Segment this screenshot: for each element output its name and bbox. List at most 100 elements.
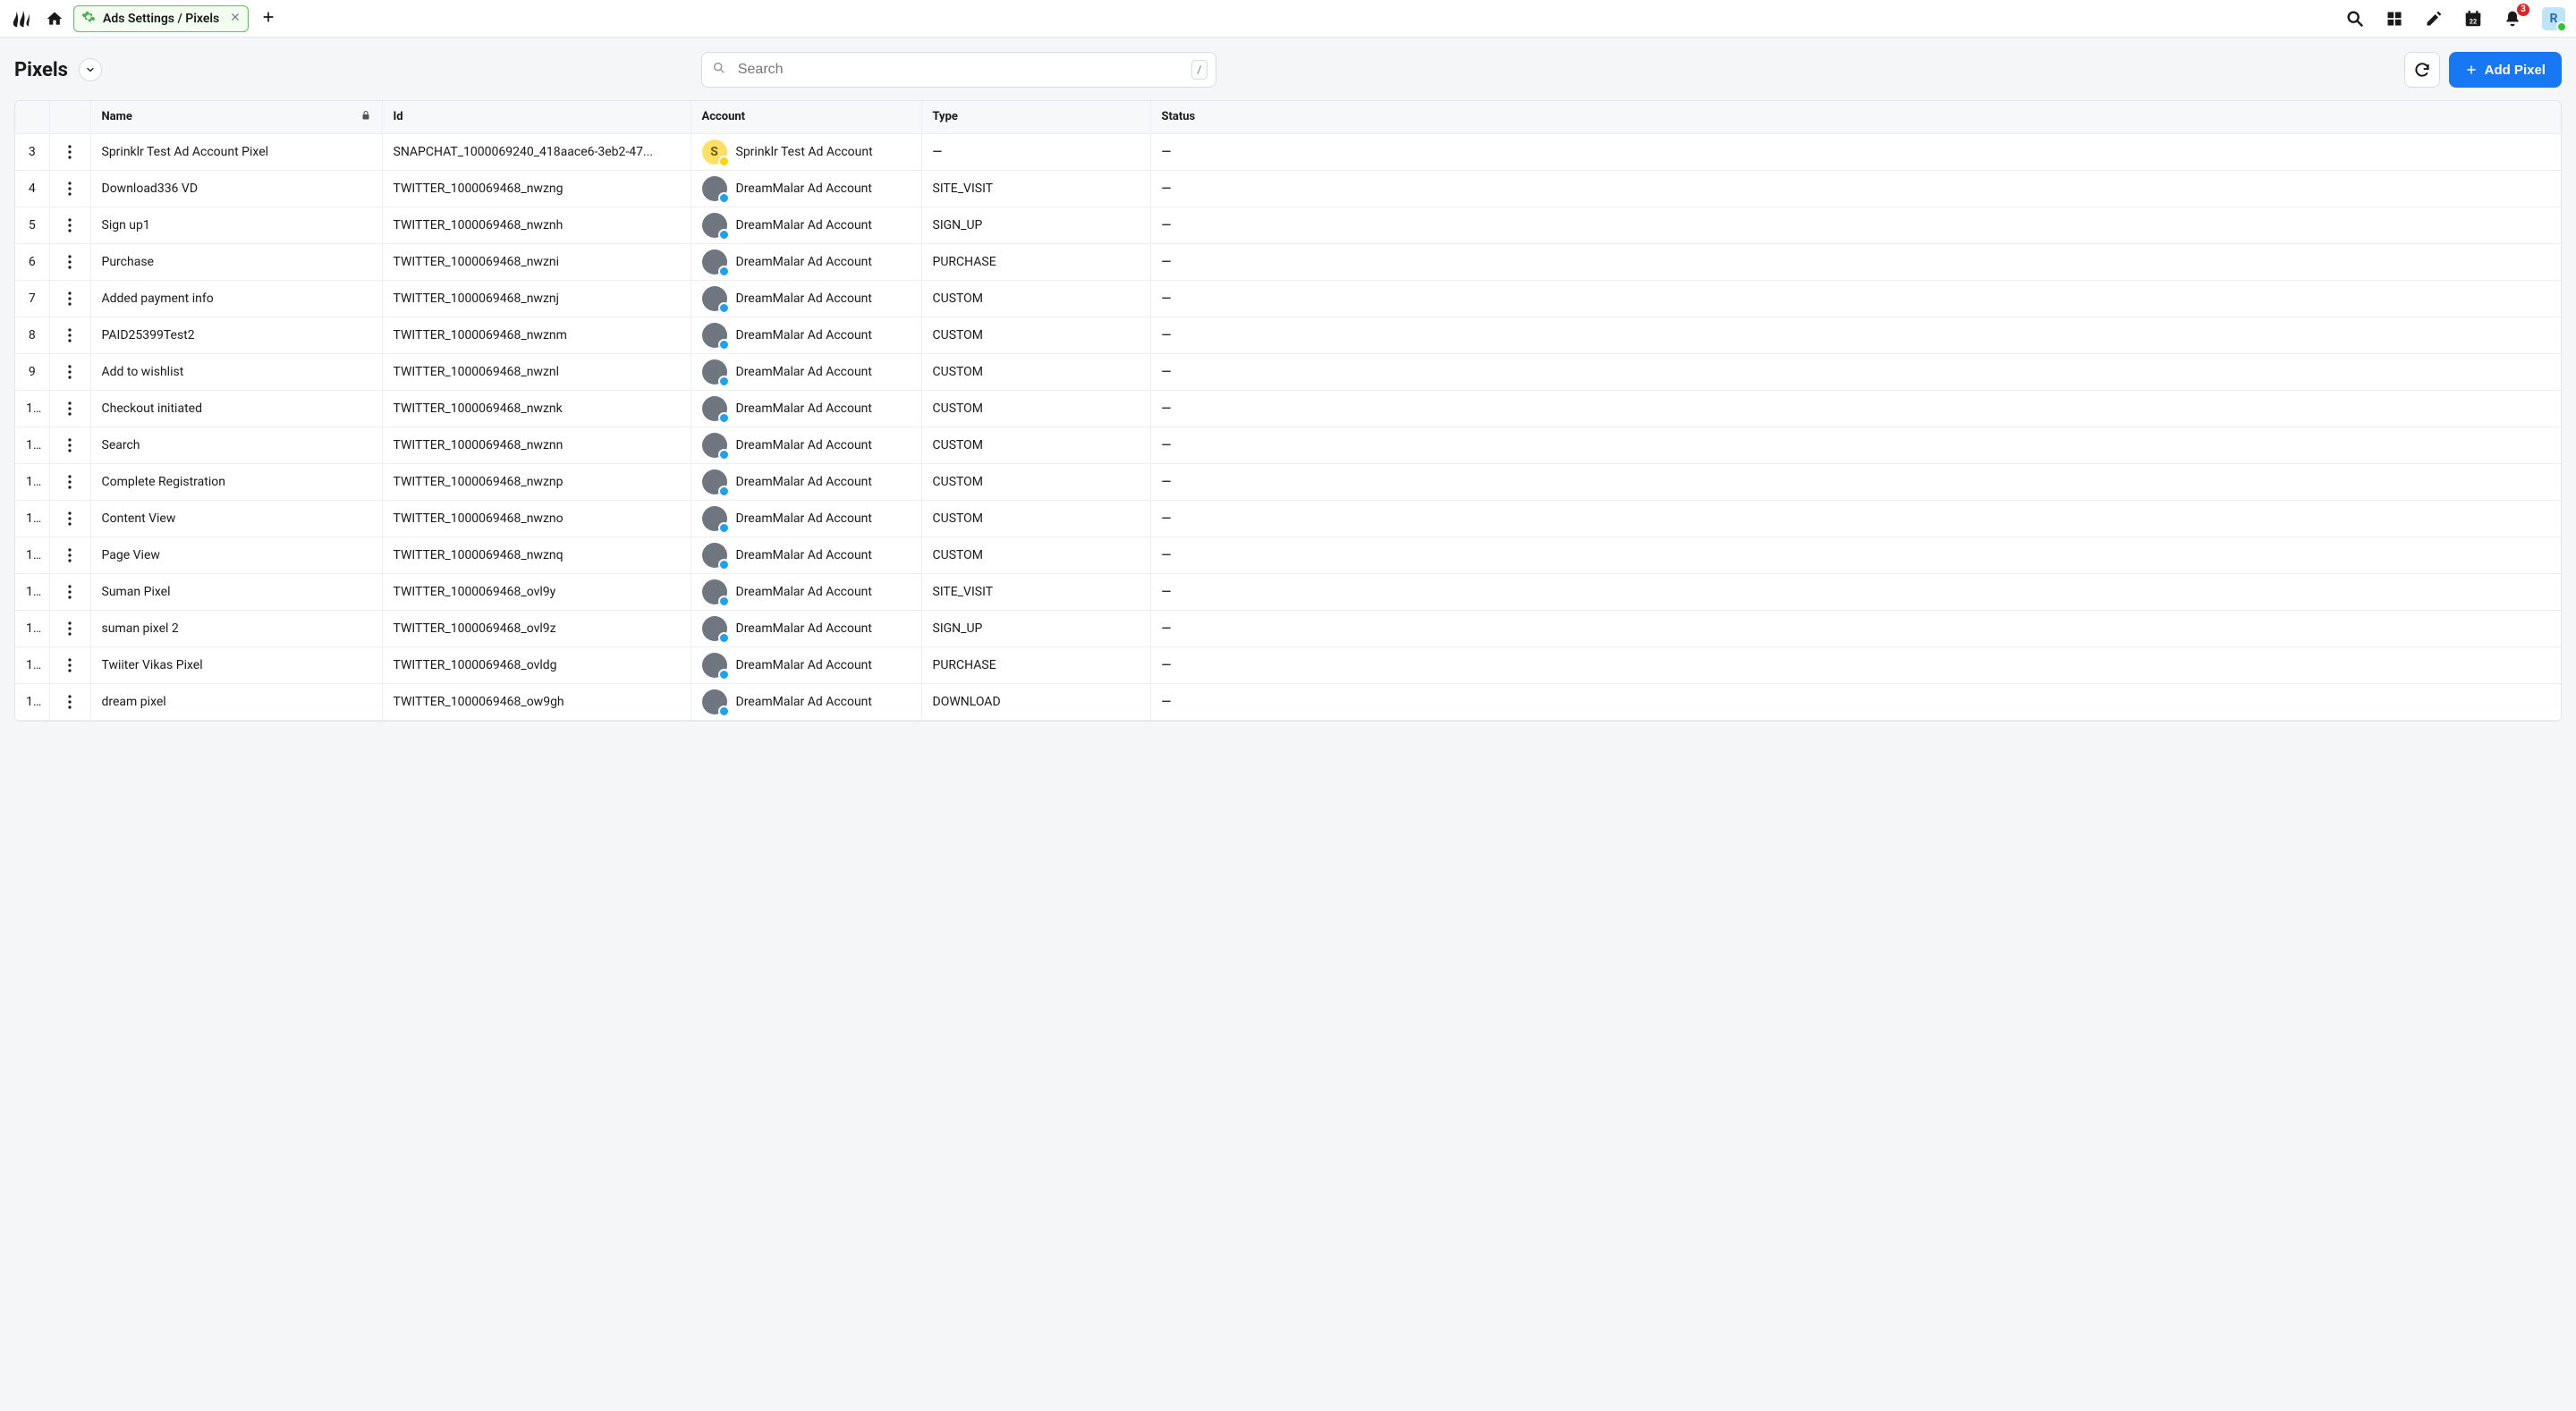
row-menu[interactable]	[49, 170, 90, 207]
table-header-row: Name Id Account Type Status	[15, 101, 2561, 133]
user-avatar[interactable]: R	[2542, 7, 2565, 30]
row-number: 11	[15, 427, 49, 463]
row-menu[interactable]	[49, 207, 90, 243]
cell-account: DreamMalar Ad Account	[691, 243, 921, 280]
kebab-icon[interactable]	[61, 585, 80, 599]
cell-account: DreamMalar Ad Account	[691, 573, 921, 610]
kebab-icon[interactable]	[61, 365, 80, 379]
cell-type: DOWNLOAD	[921, 683, 1150, 720]
twitter-account-icon	[702, 579, 727, 604]
table-row[interactable]: 18dream pixelTWITTER_1000069468_ow9ghDre…	[15, 683, 2561, 720]
cell-type: CUSTOM	[921, 353, 1150, 390]
kebab-icon[interactable]	[61, 511, 80, 526]
row-number: 15	[15, 573, 49, 610]
avatar-letter: R	[2550, 12, 2558, 26]
twitter-account-icon	[702, 506, 727, 531]
table-row[interactable]: 7Added payment infoTWITTER_1000069468_nw…	[15, 280, 2561, 317]
col-status[interactable]: Status	[1150, 101, 2561, 133]
table-row[interactable]: 15Suman PixelTWITTER_1000069468_ovl9yDre…	[15, 573, 2561, 610]
row-menu[interactable]	[49, 353, 90, 390]
table-row[interactable]: 11SearchTWITTER_1000069468_nwznnDreamMal…	[15, 427, 2561, 463]
twitter-account-icon	[702, 433, 727, 458]
kebab-icon[interactable]	[61, 621, 80, 636]
twitter-account-icon	[702, 689, 727, 714]
title-dropdown[interactable]	[79, 58, 102, 81]
kebab-icon[interactable]	[61, 255, 80, 269]
table-row[interactable]: 13Content ViewTWITTER_1000069468_nwznoDr…	[15, 500, 2561, 537]
kebab-icon[interactable]	[61, 695, 80, 709]
account-label: DreamMalar Ad Account	[736, 585, 873, 599]
cell-status: —	[1150, 170, 2561, 207]
row-menu[interactable]	[49, 427, 90, 463]
col-type[interactable]: Type	[921, 101, 1150, 133]
compose-icon[interactable]	[2424, 9, 2444, 29]
cell-status: —	[1150, 243, 2561, 280]
row-menu[interactable]	[49, 243, 90, 280]
row-menu[interactable]	[49, 280, 90, 317]
table-row[interactable]: 8PAID25399Test2TWITTER_1000069468_nwznmD…	[15, 317, 2561, 353]
kebab-icon[interactable]	[61, 548, 80, 562]
kebab-icon[interactable]	[61, 475, 80, 489]
row-menu[interactable]	[49, 463, 90, 500]
search-icon[interactable]	[2345, 9, 2365, 29]
cell-account: DreamMalar Ad Account	[691, 353, 921, 390]
kebab-icon[interactable]	[61, 182, 80, 196]
apps-grid-icon[interactable]	[2385, 9, 2404, 29]
col-name[interactable]: Name	[90, 101, 382, 133]
table-row[interactable]: 9Add to wishlistTWITTER_1000069468_nwznl…	[15, 353, 2561, 390]
table-row[interactable]: 17Twiiter Vikas PixelTWITTER_1000069468_…	[15, 646, 2561, 683]
cell-status: —	[1150, 683, 2561, 720]
cell-status: —	[1150, 133, 2561, 170]
add-pixel-button[interactable]: Add Pixel	[2449, 52, 2562, 88]
kebab-icon[interactable]	[61, 401, 80, 416]
cell-account: DreamMalar Ad Account	[691, 537, 921, 573]
kebab-icon[interactable]	[61, 658, 80, 672]
table-row[interactable]: 6PurchaseTWITTER_1000069468_nwzniDreamMa…	[15, 243, 2561, 280]
kebab-icon[interactable]	[61, 218, 80, 232]
cell-id: TWITTER_1000069468_ovl9y	[382, 573, 691, 610]
kebab-icon[interactable]	[61, 291, 80, 306]
col-account[interactable]: Account	[691, 101, 921, 133]
table-row[interactable]: 10Checkout initiatedTWITTER_1000069468_n…	[15, 390, 2561, 427]
slash-shortcut: /	[1191, 60, 1208, 80]
cell-name: Content View	[90, 500, 382, 537]
cell-id: TWITTER_1000069468_nwznq	[382, 537, 691, 573]
row-menu[interactable]	[49, 133, 90, 170]
table-row[interactable]: 3Sprinklr Test Ad Account PixelSNAPCHAT_…	[15, 133, 2561, 170]
search-input[interactable]	[701, 52, 1216, 88]
close-icon[interactable]	[230, 12, 241, 26]
cell-status: —	[1150, 646, 2561, 683]
cell-account: DreamMalar Ad Account	[691, 500, 921, 537]
table-row[interactable]: 16suman pixel 2TWITTER_1000069468_ovl9zD…	[15, 610, 2561, 646]
row-menu[interactable]	[49, 610, 90, 646]
new-tab-button[interactable]	[261, 10, 275, 28]
row-menu[interactable]	[49, 317, 90, 353]
row-menu[interactable]	[49, 573, 90, 610]
table-row[interactable]: 12Complete RegistrationTWITTER_100006946…	[15, 463, 2561, 500]
row-menu[interactable]	[49, 500, 90, 537]
notifications-icon[interactable]: 3	[2503, 9, 2522, 29]
active-tab[interactable]: Ads Settings / Pixels	[73, 5, 249, 32]
twitter-account-icon	[702, 543, 727, 568]
row-menu[interactable]	[49, 646, 90, 683]
cell-type: PURCHASE	[921, 243, 1150, 280]
account-label: DreamMalar Ad Account	[736, 658, 873, 672]
row-menu[interactable]	[49, 683, 90, 720]
home-icon[interactable]	[45, 9, 64, 29]
account-label: DreamMalar Ad Account	[736, 328, 873, 342]
calendar-icon[interactable]: 22	[2463, 9, 2483, 29]
lock-icon	[360, 110, 371, 124]
kebab-icon[interactable]	[61, 328, 80, 342]
col-rownum	[15, 101, 49, 133]
row-menu[interactable]	[49, 390, 90, 427]
cell-id: TWITTER_1000069468_nwznp	[382, 463, 691, 500]
table-row[interactable]: 14Page ViewTWITTER_1000069468_nwznqDream…	[15, 537, 2561, 573]
kebab-icon[interactable]	[61, 145, 80, 159]
table-row[interactable]: 5Sign up1TWITTER_1000069468_nwznhDreamMa…	[15, 207, 2561, 243]
refresh-button[interactable]	[2404, 52, 2440, 88]
table-row[interactable]: 4Download336 VDTWITTER_1000069468_nwzngD…	[15, 170, 2561, 207]
account-label: DreamMalar Ad Account	[736, 511, 873, 526]
col-id[interactable]: Id	[382, 101, 691, 133]
row-menu[interactable]	[49, 537, 90, 573]
kebab-icon[interactable]	[61, 438, 80, 452]
